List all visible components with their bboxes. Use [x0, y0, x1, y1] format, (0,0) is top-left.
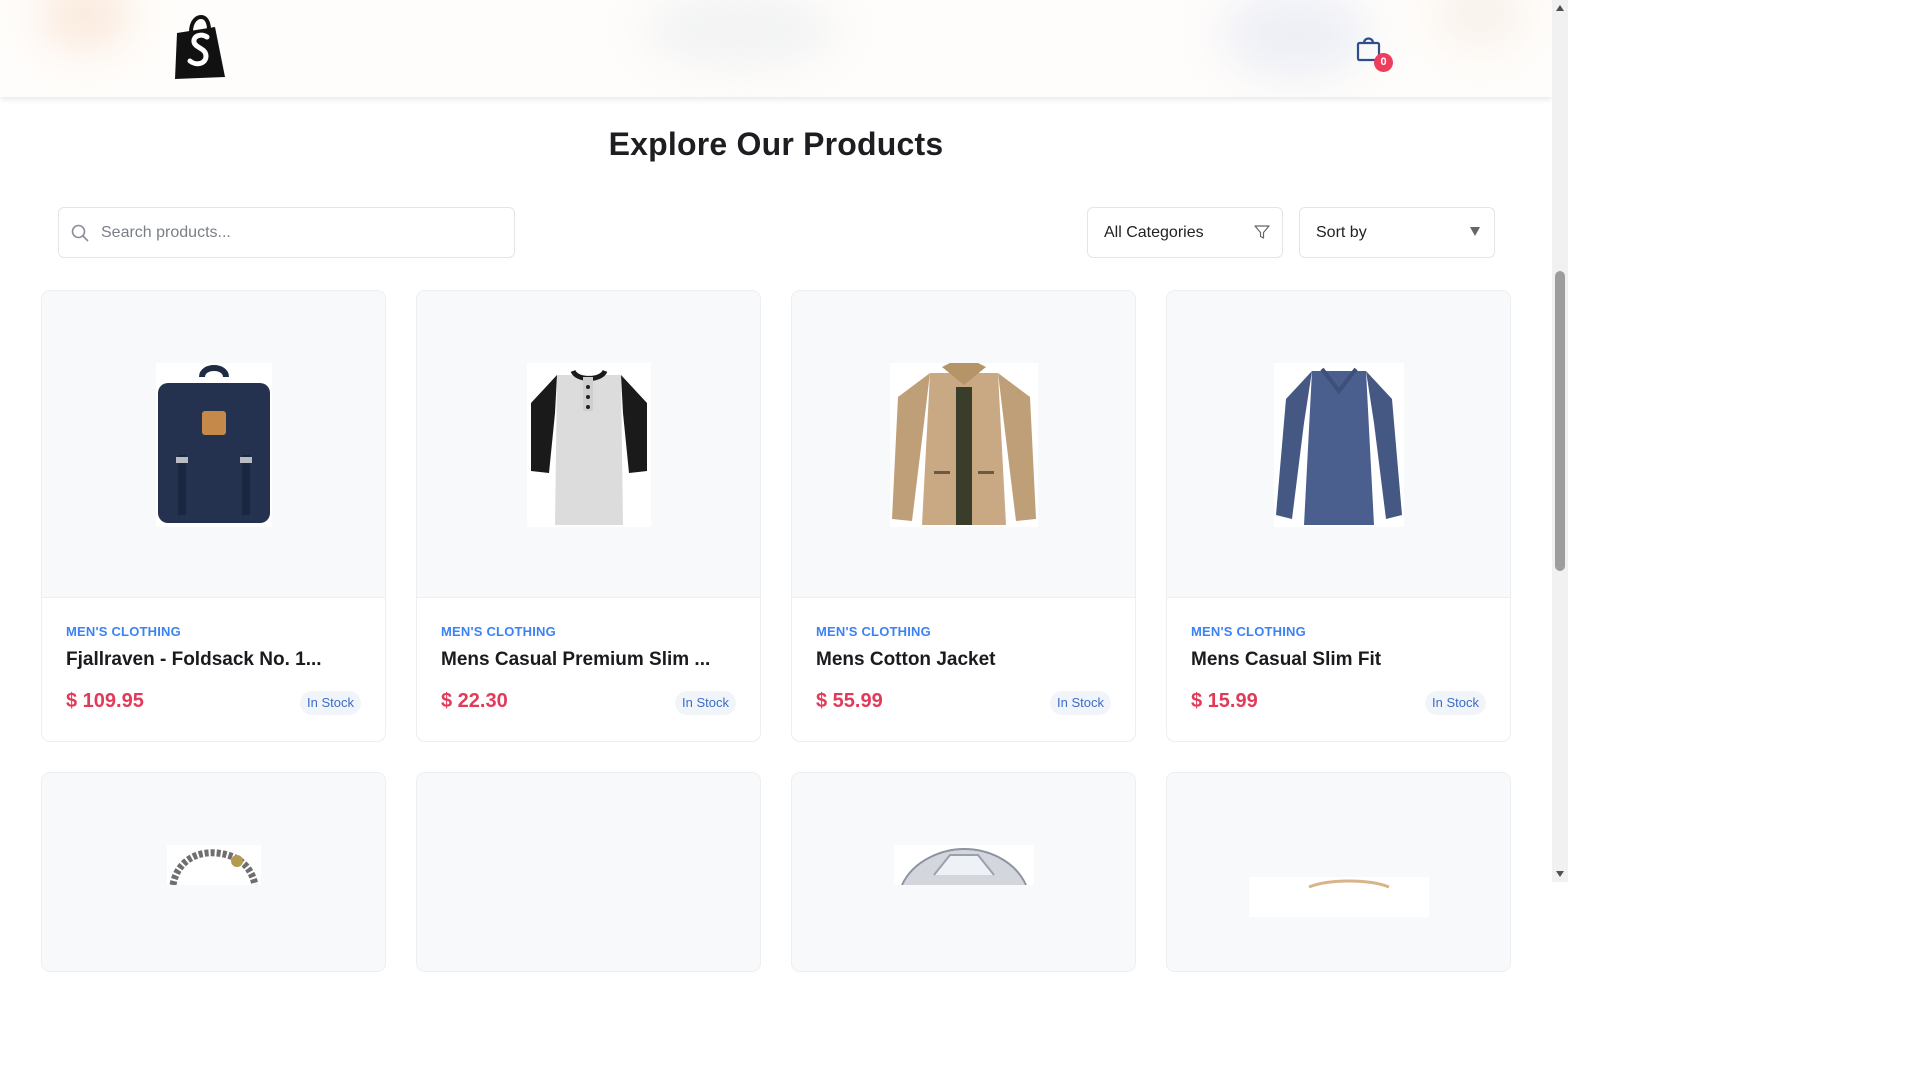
site-header: 0 — [0, 0, 1552, 97]
product-price: $ 55.99 — [816, 690, 883, 712]
product-card[interactable]: MEN'S CLOTHING Mens Cotton Jacket $ 55.9… — [791, 290, 1136, 742]
stock-badge: In Stock — [675, 691, 736, 715]
product-category: MEN'S CLOTHING — [1191, 624, 1306, 639]
cotton-jacket-image — [889, 363, 1038, 527]
stock-badge: In Stock — [1425, 691, 1486, 715]
page-title: Explore Our Products — [608, 126, 944, 162]
product-image-area — [1167, 291, 1510, 598]
sort-select-label: Sort by — [1316, 224, 1367, 241]
header-decoration — [40, 0, 130, 50]
header-decoration — [1430, 0, 1530, 50]
search-icon — [71, 224, 89, 242]
caret-down-icon — [1470, 227, 1480, 236]
backpack-image — [155, 363, 272, 527]
category-select-label: All Categories — [1104, 224, 1204, 241]
product-image-area — [417, 773, 760, 971]
header-decoration — [640, 0, 840, 70]
product-category: MEN'S CLOTHING — [816, 624, 931, 639]
chain-bracelet-image — [166, 845, 261, 885]
product-price: $ 109.95 — [66, 690, 144, 712]
stock-badge: In Stock — [300, 691, 361, 715]
long-sleeve-tee-image — [1273, 363, 1404, 527]
product-image-area — [1167, 773, 1510, 971]
scroll-down-arrow-icon[interactable] — [1555, 869, 1565, 879]
product-card[interactable] — [791, 772, 1136, 972]
stock-badge: In Stock — [1050, 691, 1111, 715]
page-scrollbar[interactable] — [1552, 0, 1568, 882]
product-name[interactable]: Mens Casual Premium Slim ... — [441, 649, 710, 671]
header-decoration — [1220, 0, 1370, 80]
product-category: MEN'S CLOTHING — [66, 624, 181, 639]
product-card[interactable] — [1166, 772, 1511, 972]
product-category: MEN'S CLOTHING — [441, 624, 556, 639]
product-card[interactable]: MEN'S CLOTHING Mens Casual Premium Slim … — [416, 290, 761, 742]
product-card[interactable]: MEN'S CLOTHING Fjallraven - Foldsack No.… — [41, 290, 386, 742]
category-select[interactable]: All Categories — [1087, 207, 1283, 258]
scrollbar-thumb[interactable] — [1555, 271, 1565, 571]
filter-icon — [1254, 225, 1270, 239]
product-card[interactable] — [416, 772, 761, 972]
product-card[interactable] — [41, 772, 386, 972]
product-price: $ 22.30 — [441, 690, 508, 712]
sort-select[interactable]: Sort by — [1299, 207, 1495, 258]
product-image-area — [42, 773, 385, 971]
product-card[interactable]: MEN'S CLOTHING Mens Casual Slim Fit $ 15… — [1166, 290, 1511, 742]
gold-ring-image — [1248, 877, 1429, 917]
product-price: $ 15.99 — [1191, 690, 1258, 712]
cart-count-badge: 0 — [1374, 53, 1393, 72]
shopify-logo-icon[interactable] — [171, 15, 229, 81]
product-image-area — [417, 291, 760, 598]
product-image-area — [42, 291, 385, 598]
product-image-area — [792, 291, 1135, 598]
search-box[interactable] — [58, 207, 515, 258]
product-name[interactable]: Mens Casual Slim Fit — [1191, 649, 1381, 671]
raglan-tshirt-image — [526, 363, 651, 527]
product-name[interactable]: Fjallraven - Foldsack No. 1... — [66, 649, 322, 671]
product-name[interactable]: Mens Cotton Jacket — [816, 649, 995, 671]
diamond-ring-image — [893, 845, 1034, 885]
search-input[interactable] — [99, 208, 499, 257]
scroll-up-arrow-icon[interactable] — [1555, 3, 1565, 13]
product-image-area — [792, 773, 1135, 971]
